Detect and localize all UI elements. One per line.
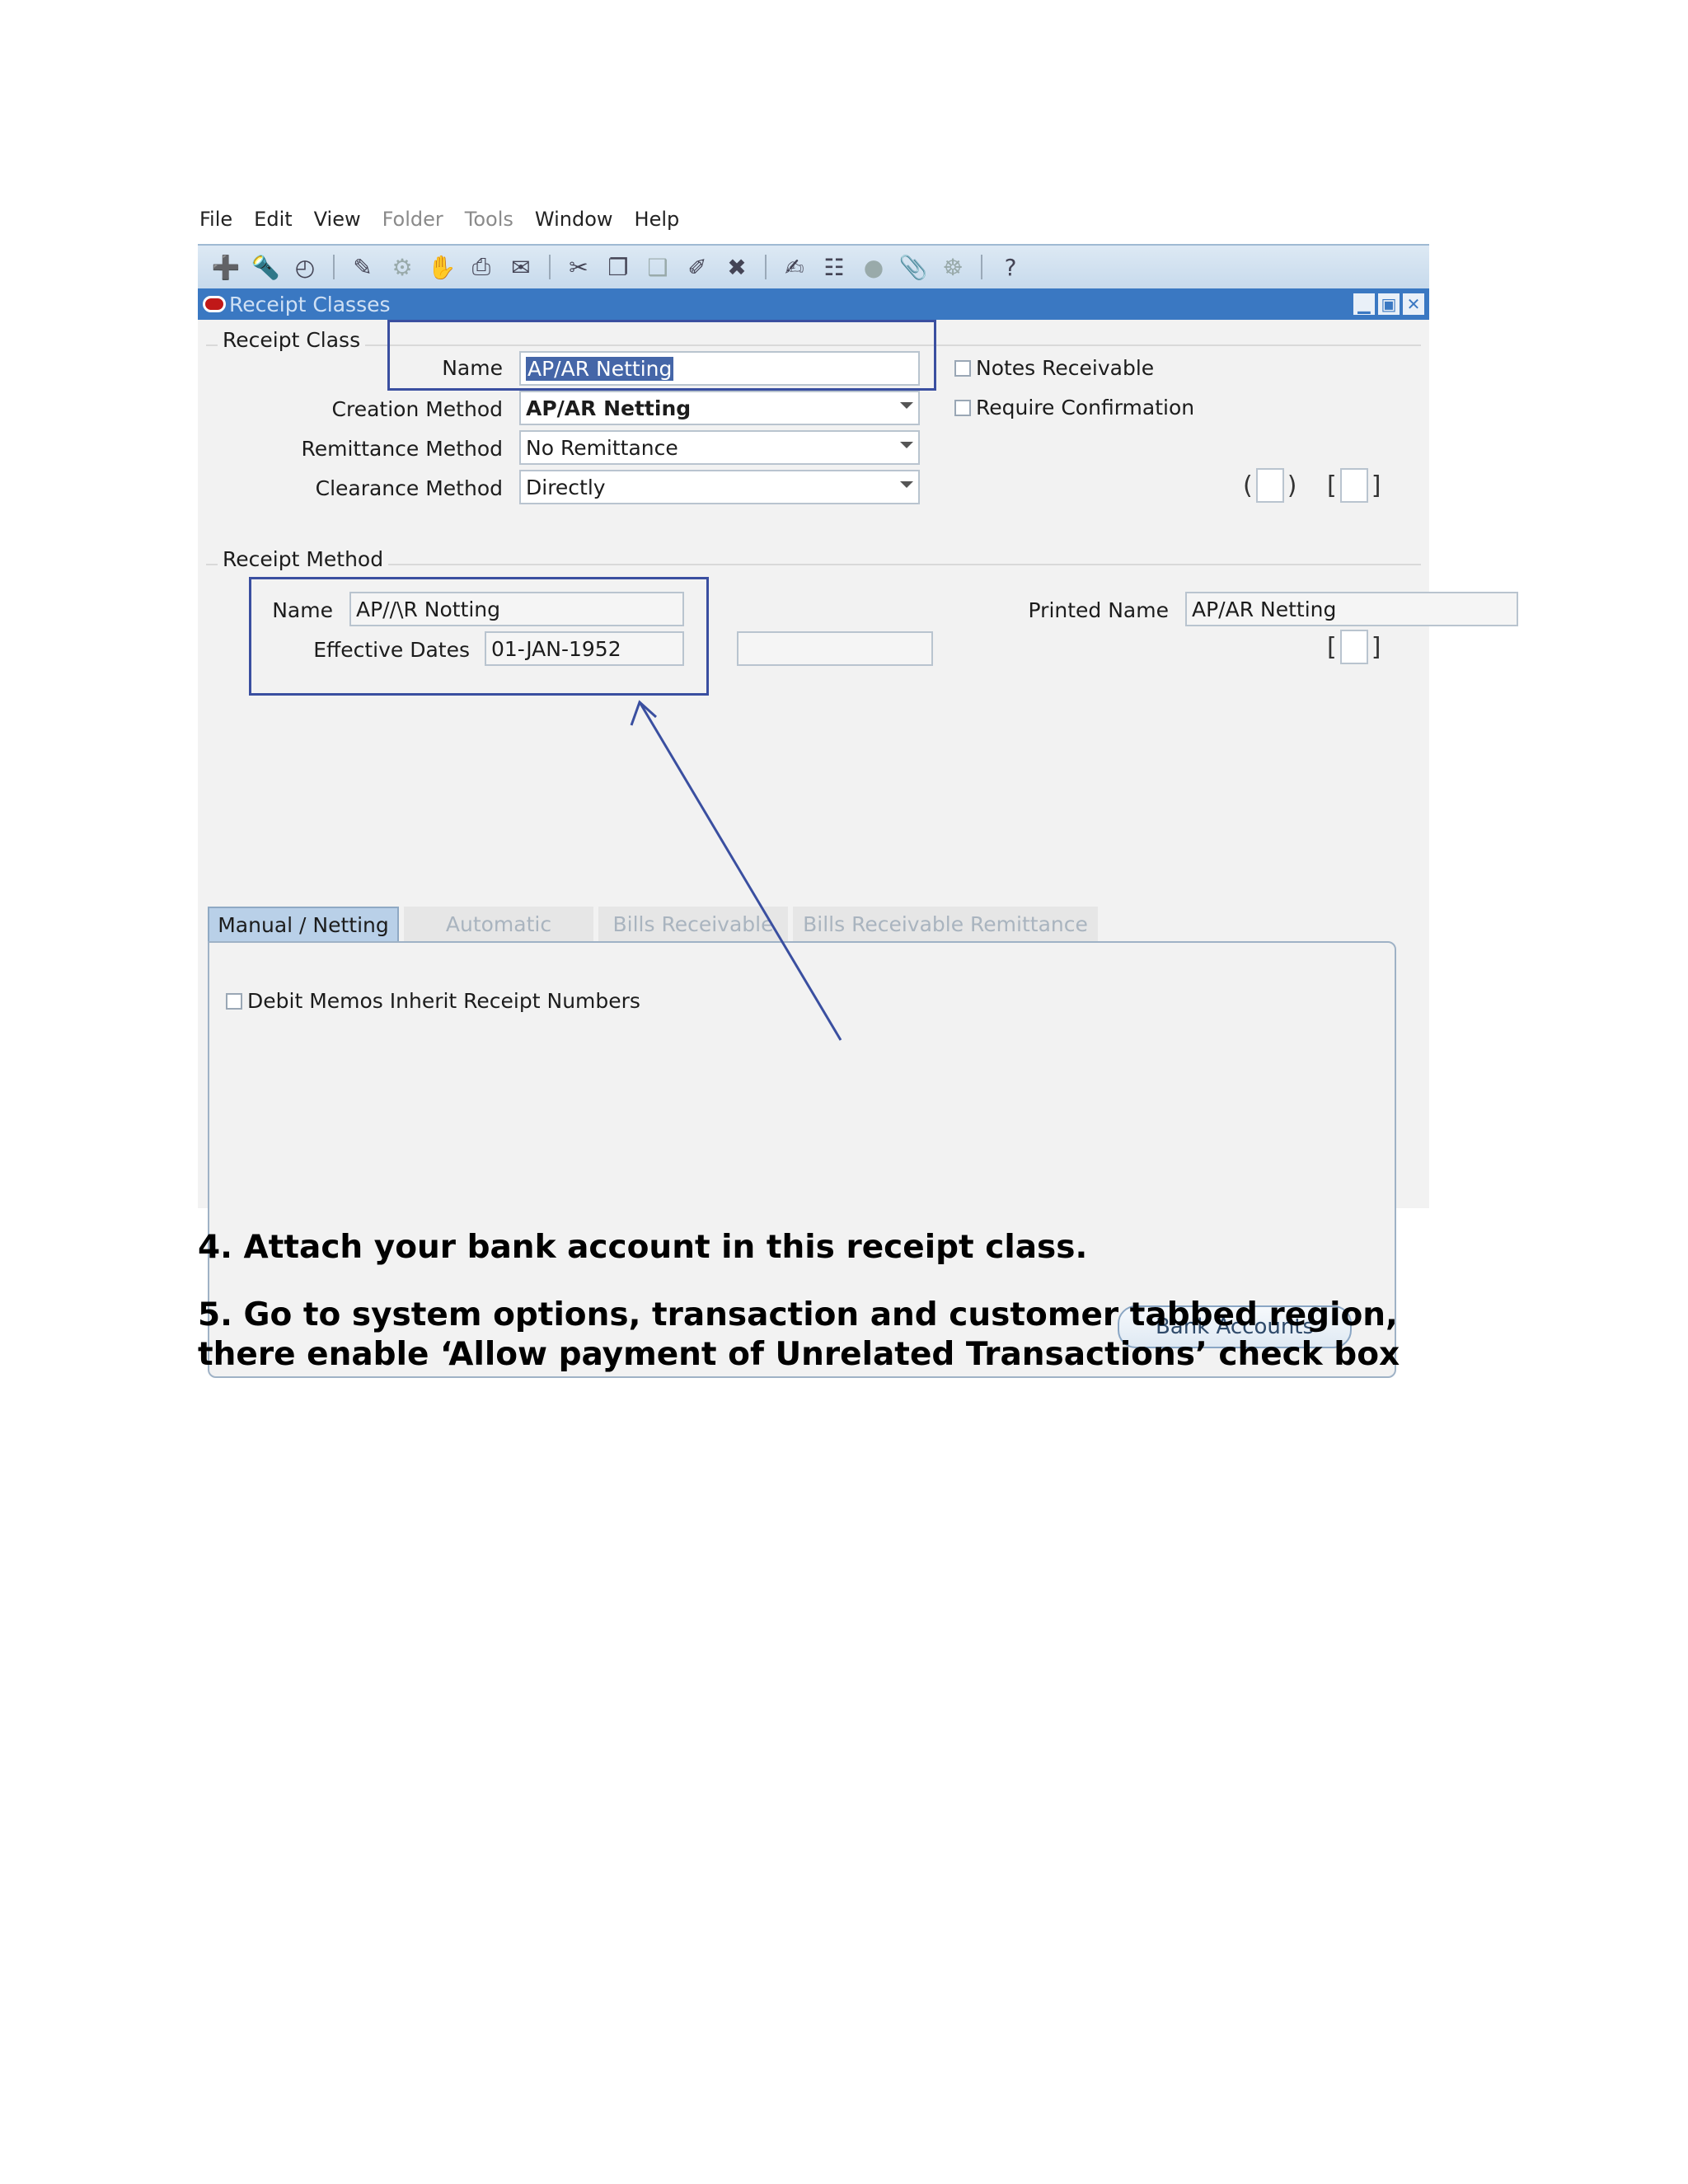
tab-bills-receivable[interactable]: Bills Receivable xyxy=(598,907,788,941)
descriptive-flexfield[interactable]: [] xyxy=(1327,468,1381,503)
chevron-down-icon xyxy=(900,442,913,448)
receipt-method-section-label: Receipt Method xyxy=(218,547,389,571)
copy-icon[interactable]: ❐ xyxy=(602,251,635,284)
printed-name-field[interactable]: AP/AR Netting xyxy=(1185,592,1518,626)
menu-window[interactable]: Window xyxy=(533,204,615,237)
notes-receivable-checkbox[interactable]: Notes Receivable xyxy=(954,356,1154,380)
print-icon[interactable]: ⎙ xyxy=(465,251,498,284)
require-confirmation-checkbox[interactable]: Require Confirmation xyxy=(954,396,1194,419)
translations-icon[interactable]: ● xyxy=(857,251,890,284)
next-step-icon[interactable]: ⚙ xyxy=(386,251,419,284)
help-icon[interactable]: ? xyxy=(994,251,1027,284)
zoom-icon[interactable]: ☷ xyxy=(818,251,851,284)
tab-manual-netting[interactable]: Manual / Netting xyxy=(208,907,399,941)
menu-help[interactable]: Help xyxy=(633,204,682,237)
find-icon[interactable]: 🔦 xyxy=(249,251,282,284)
toolbar-separator xyxy=(549,255,551,279)
receipt-class-section-label: Receipt Class xyxy=(218,328,366,352)
clearance-method-value: Directly xyxy=(526,475,606,499)
debit-memos-inherit-label: Debit Memos Inherit Receipt Numbers xyxy=(247,989,640,1013)
debit-memos-inherit-checkbox[interactable]: Debit Memos Inherit Receipt Numbers xyxy=(226,989,640,1013)
chevron-down-icon xyxy=(900,402,913,409)
creation-method-label: Creation Method xyxy=(331,397,503,421)
creation-method-value: AP/AR Netting xyxy=(526,396,692,420)
section-divider xyxy=(206,564,1421,565)
oracle-logo-icon xyxy=(203,296,226,312)
printed-name-value: AP/AR Netting xyxy=(1192,597,1337,621)
menu-view[interactable]: View xyxy=(312,204,363,237)
close-form-icon[interactable]: ✉ xyxy=(504,251,537,284)
require-confirmation-label: Require Confirmation xyxy=(976,396,1195,419)
folder-tools-icon[interactable]: ☸ xyxy=(936,251,969,284)
flexfield-box[interactable] xyxy=(1339,468,1368,503)
window-title-bar: Receipt Classes ▁ ▣ ✕ xyxy=(198,288,1429,320)
maximize-icon[interactable]: ▣ xyxy=(1378,293,1400,315)
tab-bills-receivable-remittance[interactable]: Bills Receivable Remittance xyxy=(793,907,1098,941)
remittance-method-value: No Remittance xyxy=(526,435,678,460)
close-icon[interactable]: ✕ xyxy=(1403,293,1424,315)
context-field-paren[interactable]: () xyxy=(1243,468,1296,503)
menu-bar: File Edit View Folder Tools Window Help xyxy=(198,204,681,237)
menu-edit[interactable]: Edit xyxy=(252,204,293,237)
remittance-method-label: Remittance Method xyxy=(301,437,503,461)
flexfield-box[interactable] xyxy=(1339,630,1368,664)
switch-responsibility-icon[interactable]: ✋ xyxy=(425,251,458,284)
screenshot: File Edit View Folder Tools Window Help … xyxy=(198,198,1518,1378)
paste-icon[interactable]: ❑ xyxy=(641,251,674,284)
window-title: Receipt Classes xyxy=(229,292,391,316)
effective-date-to-field[interactable] xyxy=(737,631,933,666)
remittance-method-select[interactable]: No Remittance xyxy=(519,430,920,465)
new-icon[interactable]: ➕ xyxy=(209,251,242,284)
clearance-method-label: Clearance Method xyxy=(315,476,503,500)
chevron-down-icon xyxy=(900,481,913,488)
tab-automatic[interactable]: Automatic xyxy=(404,907,593,941)
toolbar-separator xyxy=(765,255,767,279)
edit-field-icon[interactable]: ✍ xyxy=(778,251,811,284)
window-controls: ▁ ▣ ✕ xyxy=(1353,293,1424,315)
save-icon[interactable]: ✎ xyxy=(346,251,379,284)
checkbox-box[interactable] xyxy=(954,399,971,416)
toolbar-separator xyxy=(333,255,335,279)
toolbar-separator xyxy=(981,255,982,279)
instruction-step-4: 4. Attach your bank account in this rece… xyxy=(198,1229,1088,1266)
menu-file[interactable]: File xyxy=(198,204,234,237)
annotation-box-receipt-method xyxy=(249,577,709,696)
minimize-icon[interactable]: ▁ xyxy=(1353,293,1375,315)
checkbox-box[interactable] xyxy=(226,992,242,1010)
printed-name-label: Printed Name xyxy=(1028,598,1169,622)
menu-folder[interactable]: Folder xyxy=(381,204,445,237)
menu-tools[interactable]: Tools xyxy=(463,204,515,237)
annotation-box-receipt-class-name xyxy=(387,320,936,391)
checkbox-box[interactable] xyxy=(954,359,971,377)
receipt-method-flexfield[interactable]: [] xyxy=(1327,630,1381,664)
instruction-step-5: 5. Go to system options, transaction and… xyxy=(198,1296,1400,1373)
new-record-icon[interactable]: ✐ xyxy=(681,251,714,284)
clearance-method-select[interactable]: Directly xyxy=(519,470,920,504)
navigator-icon[interactable]: ◴ xyxy=(288,251,321,284)
toolbar: ➕ 🔦 ◴ ✎ ⚙ ✋ ⎙ ✉ ✂ ❐ ❑ ✐ ✖ ✍ ☷ ● 📎 ☸ ? xyxy=(198,244,1429,288)
notes-receivable-label: Notes Receivable xyxy=(976,356,1155,380)
attachments-icon[interactable]: 📎 xyxy=(897,251,930,284)
delete-record-icon[interactable]: ✖ xyxy=(720,251,753,284)
context-field-box[interactable] xyxy=(1255,468,1284,503)
cut-icon[interactable]: ✂ xyxy=(562,251,595,284)
creation-method-select[interactable]: AP/AR Netting xyxy=(519,391,920,425)
form-body: Receipt Class Name AP/AR Netting Creatio… xyxy=(198,320,1518,1378)
